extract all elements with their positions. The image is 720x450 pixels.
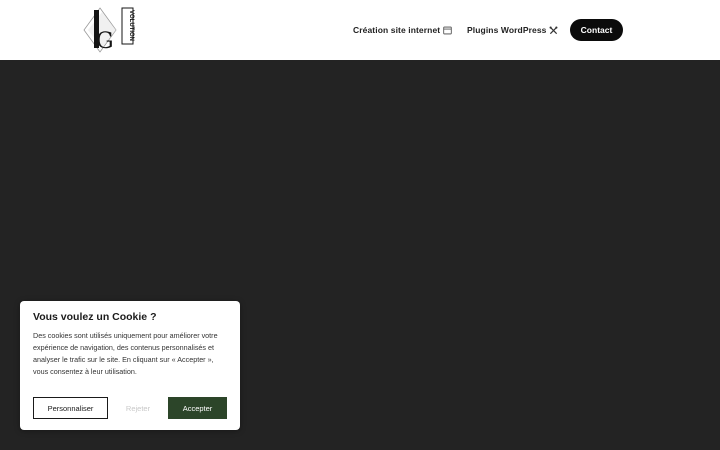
nav-label: Création site internet: [353, 25, 441, 35]
customize-button[interactable]: Personnaliser: [33, 397, 108, 419]
accept-button[interactable]: Accepter: [168, 397, 227, 419]
nav-label: Plugins WordPress: [467, 25, 547, 35]
svg-text:G: G: [96, 29, 114, 54]
cookie-banner-title: Vous voulez un Cookie ?: [33, 311, 157, 323]
nav-plugins-wordpress[interactable]: Plugins WordPress: [467, 0, 558, 60]
svg-text:VOLUTION: VOLUTION: [128, 10, 134, 41]
browser-window-icon: [443, 26, 452, 34]
tools-icon: [550, 26, 558, 34]
nav-creation-site[interactable]: Création site internet: [353, 0, 452, 60]
cookie-banner-text: Des cookies sont utilisés uniquement pou…: [33, 331, 218, 376]
logo-icon: G VOLUTION: [83, 7, 134, 54]
site-logo[interactable]: G VOLUTION: [80, 2, 136, 60]
contact-button[interactable]: Contact: [570, 19, 623, 41]
reject-button[interactable]: Rejeter: [113, 397, 163, 419]
cookie-consent-banner: Vous voulez un Cookie ? Des cookies sont…: [20, 301, 240, 430]
site-header: G VOLUTION Création site internet Plugin…: [0, 0, 720, 60]
